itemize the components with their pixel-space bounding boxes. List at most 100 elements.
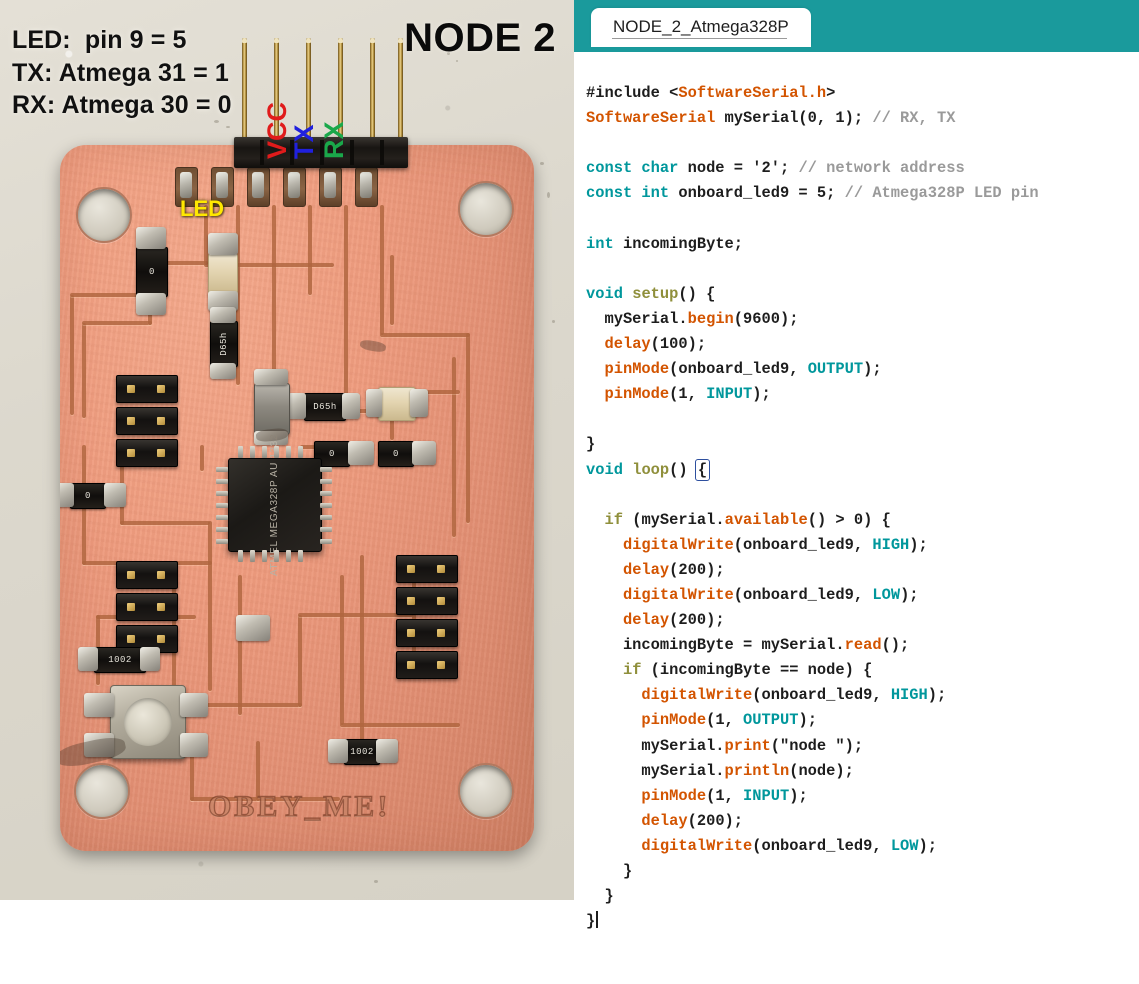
- code-listing[interactable]: #include <SoftwareSerial.h> SoftwareSeria…: [586, 56, 1139, 984]
- mcu-leg: [216, 503, 228, 508]
- pcb-trace: [380, 333, 470, 337]
- pcb-trace: [208, 521, 212, 691]
- pin-connector: [116, 593, 178, 621]
- code-line: if (incomingByte == node) {: [622, 661, 873, 680]
- code-line: }: [586, 909, 1139, 934]
- node-title: NODE 2: [404, 16, 556, 60]
- tab-label-underline: [612, 38, 787, 39]
- smd-solder-pad: [136, 293, 166, 315]
- smd-marking: D65h: [219, 332, 229, 356]
- pcb-trace: [452, 357, 456, 537]
- mcu-leg: [216, 479, 228, 484]
- code-line: pinMode(1, INPUT);: [641, 786, 808, 805]
- board-scratch: [359, 338, 387, 354]
- pin-connector: [396, 555, 458, 583]
- mounting-hole: [458, 763, 514, 819]
- header-solder-pad: [319, 167, 342, 207]
- code-line: delay(200);: [641, 811, 744, 830]
- code-line: delay(200);: [622, 611, 725, 630]
- mcu-leg: [320, 479, 332, 484]
- code-line: void loop() {: [586, 458, 711, 481]
- code-line: digitalWrite(onboard_led9, HIGH);: [622, 535, 928, 554]
- pcb-trace: [120, 521, 210, 525]
- code-line: #include <SoftwareSerial.h>: [586, 84, 836, 103]
- mcu-leg: [320, 515, 332, 520]
- capacitor: [254, 383, 290, 435]
- code-line: mySerial.println(node);: [586, 761, 854, 780]
- mcu-leg: [250, 446, 255, 458]
- mcu-leg: [262, 446, 267, 458]
- onboard-led: [208, 253, 238, 295]
- pin-connector: [396, 651, 458, 679]
- code-line: const int onboard_led9 = 5; // Atmega328…: [586, 184, 1039, 203]
- code-line: digitalWrite(onboard_led9, LOW);: [641, 836, 938, 855]
- code-line: mySerial.begin(9600);: [586, 309, 799, 328]
- tab-node2-atmega328p[interactable]: NODE_2_Atmega328P: [591, 8, 811, 47]
- smd-marking: 1002: [108, 655, 132, 665]
- pin-connector: [116, 375, 178, 403]
- mcu-leg: [286, 446, 291, 458]
- mcu-leg: [262, 550, 267, 562]
- code-line: const char node = '2'; // network addres…: [586, 159, 965, 178]
- text-caret: [596, 911, 598, 929]
- led-callout-label: LED: [180, 196, 224, 221]
- smd-component: 0: [70, 483, 106, 509]
- backdrop-speck: [547, 192, 550, 198]
- editor-tab-bar: NODE_2_Atmega328P: [574, 0, 1139, 52]
- pcb-trace: [344, 205, 348, 405]
- mcu-leg: [274, 550, 279, 562]
- led-solder-pad: [208, 233, 238, 255]
- code-line: delay(200);: [622, 560, 725, 579]
- mcu-leg: [216, 491, 228, 496]
- pcb-trace: [390, 255, 394, 325]
- pcb-photo-panel: LED: pin 9 = 5 TX: Atmega 31 = 1 RX: Atm…: [0, 0, 574, 900]
- mounting-hole: [74, 763, 130, 819]
- smd-solder-pad: [348, 441, 374, 465]
- pin-connector: [116, 439, 178, 467]
- button-solder-pad: [180, 693, 208, 717]
- pin-connector: [116, 561, 178, 589]
- pcb-trace: [82, 321, 152, 325]
- smd-solder-pad: [376, 739, 398, 763]
- pcb-trace: [200, 445, 204, 471]
- code-line: if (mySerial.available() > 0) {: [604, 510, 891, 529]
- pcb-trace: [360, 555, 364, 755]
- tab-label: NODE_2_Atmega328P: [613, 17, 789, 36]
- mcu-leg: [274, 446, 279, 458]
- backdrop-speck: [552, 320, 555, 323]
- code-line: int incomingByte;: [586, 234, 744, 253]
- mcu-leg: [250, 550, 255, 562]
- smd-resistor-1002: 1002: [94, 647, 146, 673]
- smd-marking: D65h: [313, 402, 337, 412]
- pcb-trace: [466, 333, 470, 523]
- mcu-leg: [286, 550, 291, 562]
- cap-solder-pad: [254, 369, 288, 385]
- code-line: incomingByte = mySerial.read();: [586, 636, 910, 655]
- mcu-leg: [320, 503, 332, 508]
- backdrop-speck: [226, 126, 230, 128]
- smd-solder-pad: [288, 393, 306, 419]
- mcu-leg: [216, 527, 228, 532]
- screenshot-root: LED: pin 9 = 5 TX: Atmega 31 = 1 RX: Atm…: [0, 0, 1139, 930]
- mcu-leg: [320, 491, 332, 496]
- pin-connector: [116, 407, 178, 435]
- smd-marking: 1002: [350, 747, 374, 757]
- pcb-trace: [308, 205, 312, 295]
- pcb-trace: [82, 323, 86, 418]
- code-line: void setup() {: [586, 284, 716, 303]
- smd-solder-pad: [210, 363, 236, 379]
- pin-connector: [396, 587, 458, 615]
- smd-component: 0: [136, 247, 168, 297]
- photo-annotation-text: LED: pin 9 = 5 TX: Atmega 31 = 1 RX: Atm…: [12, 26, 232, 119]
- pin-label-tx: TX: [289, 124, 319, 159]
- atmega328p-chip: ATMEL MEGA328P AU 1332: [228, 434, 322, 576]
- smd-marking: 0: [393, 449, 399, 459]
- smd-solder-pad: [328, 739, 348, 763]
- smd-marking: 0: [85, 491, 91, 501]
- smd-component: D65h: [304, 393, 346, 421]
- code-line: delay(100);: [604, 335, 707, 354]
